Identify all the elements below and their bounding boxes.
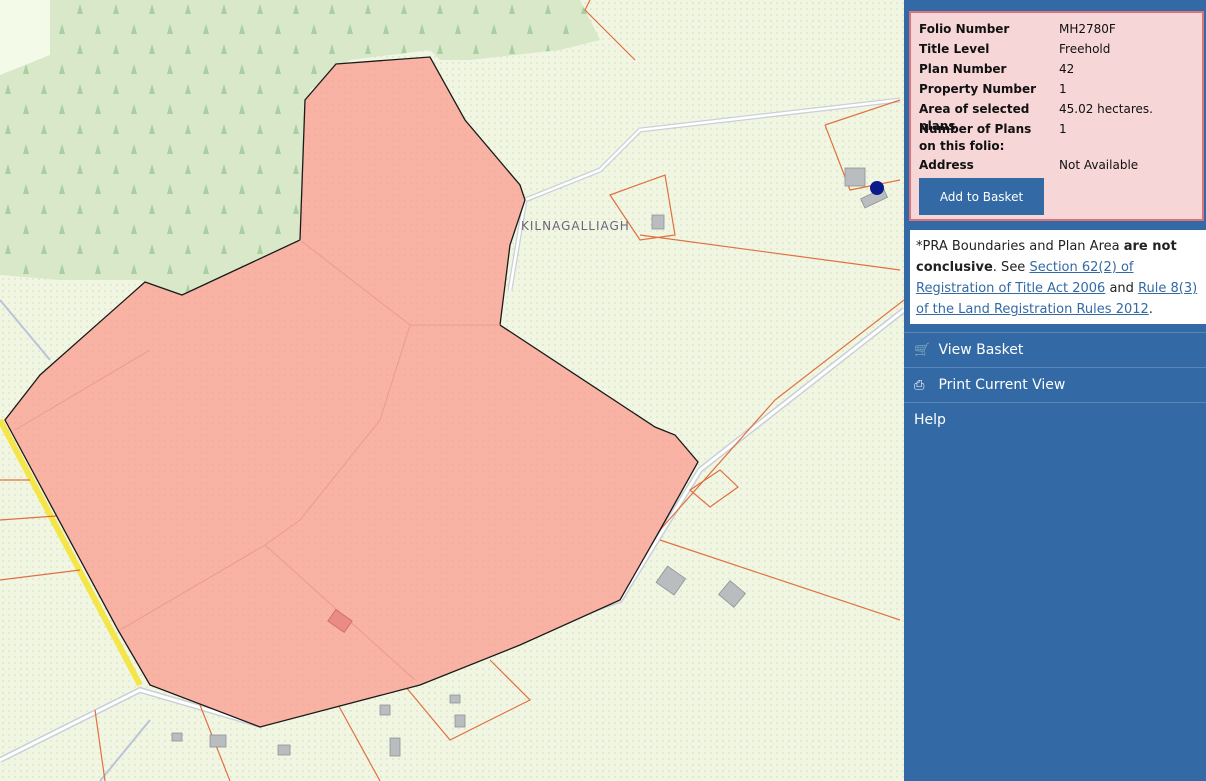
info-value: 1 bbox=[1059, 122, 1067, 136]
map-canvas[interactable]: KILNAGALLIAGH bbox=[0, 0, 904, 781]
info-label: Number of Plans on this folio: bbox=[919, 122, 1032, 153]
disclaimer-see: . See bbox=[992, 260, 1026, 275]
folio-info-card: Folio Number MH2780F Title Level Freehol… bbox=[909, 11, 1204, 221]
info-value: Freehold bbox=[1059, 42, 1111, 56]
disclaimer-end: . bbox=[1148, 302, 1153, 317]
view-basket-button[interactable]: 🛒 View Basket bbox=[904, 332, 1206, 367]
printer-icon: ⎙ bbox=[914, 378, 925, 393]
add-to-basket-button[interactable]: Add to Basket bbox=[919, 178, 1044, 215]
info-value: 42 bbox=[1059, 62, 1075, 76]
disclaimer-and: and bbox=[1109, 281, 1134, 296]
info-label: Plan Number bbox=[919, 62, 1007, 76]
location-marker-icon[interactable] bbox=[870, 181, 884, 195]
help-button[interactable]: Help bbox=[904, 402, 1206, 437]
disclaimer-box: *PRA Boundaries and Plan Area are not co… bbox=[910, 230, 1206, 324]
info-value: 45.02 hectares. bbox=[1059, 102, 1153, 116]
place-label: KILNAGALLIAGH bbox=[521, 219, 630, 233]
info-label: Property Number bbox=[919, 82, 1037, 96]
help-label: Help bbox=[914, 412, 946, 428]
info-value: MH2780F bbox=[1059, 22, 1116, 36]
info-label: Folio Number bbox=[919, 22, 1010, 36]
info-value: Not Available bbox=[1059, 158, 1139, 172]
cart-icon: 🛒 bbox=[914, 343, 931, 358]
map-svg[interactable] bbox=[0, 0, 904, 781]
info-value: 1 bbox=[1059, 82, 1067, 96]
info-label: Address bbox=[919, 158, 974, 172]
view-basket-label: View Basket bbox=[938, 342, 1024, 358]
info-label: Title Level bbox=[919, 42, 990, 56]
disclaimer-text: *PRA Boundaries and Plan Area bbox=[916, 239, 1120, 254]
sidebar: Folio Number MH2780F Title Level Freehol… bbox=[904, 0, 1206, 781]
print-current-view-button[interactable]: ⎙ Print Current View bbox=[904, 367, 1206, 402]
print-view-label: Print Current View bbox=[938, 377, 1066, 393]
